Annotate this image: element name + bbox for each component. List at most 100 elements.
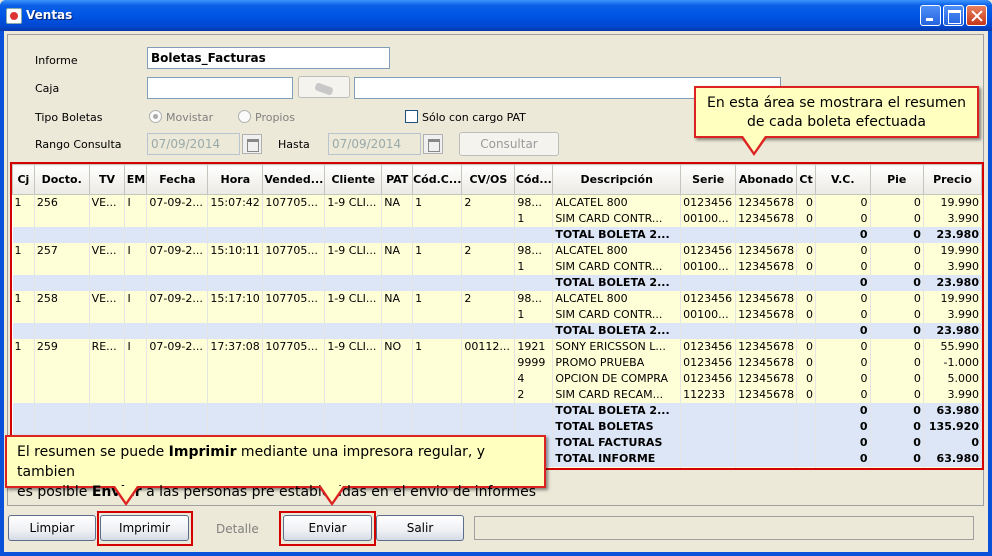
table-cell bbox=[124, 274, 148, 291]
table-cell bbox=[207, 370, 264, 387]
table-cell: SONY ERICSSON L... bbox=[552, 338, 682, 355]
column-header[interactable]: Cj bbox=[12, 164, 35, 195]
table-cell bbox=[146, 306, 209, 323]
title-bar[interactable]: Ventas bbox=[0, 0, 992, 31]
consultar-button[interactable]: Consultar bbox=[459, 132, 559, 156]
table-cell bbox=[461, 306, 516, 323]
total-row[interactable]: TOTAL BOLETAS 0 0 135.920 bbox=[12, 418, 982, 435]
column-header[interactable]: Precio bbox=[922, 164, 982, 195]
total-row[interactable]: TOTAL BOLETA 2... 0 0 23.980 bbox=[12, 322, 982, 339]
column-header[interactable]: Cód... bbox=[514, 164, 554, 195]
table-cell bbox=[412, 386, 463, 403]
table-row[interactable]: 1 258 VE... I 07-09-2... 15:17:10 107705... 1-9… bbox=[12, 290, 982, 307]
table-cell: 0123456 bbox=[680, 194, 737, 211]
table-cell: 0 bbox=[870, 322, 924, 339]
table-cell bbox=[262, 386, 326, 403]
column-header[interactable]: PAT bbox=[381, 164, 414, 195]
radio-propios[interactable] bbox=[238, 110, 251, 123]
table-cell bbox=[923, 466, 982, 468]
table-cell: NA bbox=[381, 242, 414, 259]
table-cell bbox=[680, 450, 737, 467]
table-cell: 9999 bbox=[514, 354, 554, 371]
table-cell bbox=[381, 354, 414, 371]
table-row[interactable]: 1 257 VE... I 07-09-2... 15:10:11 107705... 1-9… bbox=[12, 242, 982, 259]
calendar-icon[interactable] bbox=[242, 134, 262, 154]
table-row[interactable]: 1 256 VE... I 07-09-2... 15:07:42 107705... 1-9… bbox=[12, 194, 982, 211]
table-cell: 2 bbox=[461, 290, 516, 307]
table-cell: SIM CARD CONTR... bbox=[552, 210, 682, 227]
table-cell: 3.990 bbox=[923, 210, 982, 227]
table-cell: 0 bbox=[796, 338, 817, 355]
pat-checkbox[interactable] bbox=[405, 110, 418, 123]
column-header[interactable]: Cliente bbox=[324, 164, 383, 195]
caja-search-button[interactable] bbox=[298, 76, 350, 98]
table-cell: 1 bbox=[12, 194, 35, 211]
table-cell bbox=[796, 450, 817, 467]
column-header[interactable]: TV bbox=[88, 164, 126, 195]
scroll-corner bbox=[972, 472, 981, 502]
detalle-button[interactable]: Detalle bbox=[216, 522, 259, 536]
total-row[interactable]: TOTAL BOLETA 2... 0 0 23.980 bbox=[12, 274, 982, 291]
maximize-button[interactable] bbox=[943, 5, 964, 26]
total-row[interactable]: TOTAL BOLETA 2... 0 0 23.980 bbox=[12, 226, 982, 243]
fecha-desde-field[interactable]: 07/09/2014 bbox=[147, 133, 240, 155]
table-cell: 55.990 bbox=[923, 338, 982, 355]
table-cell bbox=[34, 322, 90, 339]
table-cell bbox=[412, 274, 463, 291]
column-header[interactable]: Abonado bbox=[735, 164, 798, 195]
table-row[interactable]: 9999 PROMO PRUEBA 0123456 12345678 0 0 0 -1.000 bbox=[12, 354, 982, 371]
table-cell: 0 bbox=[815, 434, 871, 451]
total-row[interactable]: TOTAL BOLETA 2... 0 0 63.980 bbox=[12, 402, 982, 419]
table-cell bbox=[680, 418, 737, 435]
column-header[interactable]: Fecha bbox=[146, 164, 209, 195]
table-cell bbox=[89, 418, 126, 435]
column-header[interactable]: Cód.C... bbox=[412, 164, 463, 195]
column-header[interactable]: Vended... bbox=[262, 164, 326, 195]
fecha-hasta-field[interactable]: 07/09/2014 bbox=[328, 133, 421, 155]
column-header[interactable]: EM bbox=[124, 164, 148, 195]
caja-code-field[interactable] bbox=[147, 77, 293, 99]
table-cell: 0 bbox=[815, 370, 871, 387]
column-header[interactable]: Docto. bbox=[33, 164, 90, 195]
table-cell: 0123456 bbox=[680, 354, 737, 371]
table-cell bbox=[552, 466, 682, 468]
close-button[interactable] bbox=[966, 5, 987, 26]
table-cell bbox=[12, 210, 35, 227]
table-cell: 00112... bbox=[461, 338, 516, 355]
column-header[interactable]: Hora bbox=[207, 164, 264, 195]
table-cell: ALCATEL 800 bbox=[552, 242, 682, 259]
table-row[interactable]: 1 SIM CARD CONTR... 00100... 12345678 0 0 0 3.9… bbox=[12, 306, 982, 323]
limpiar-button[interactable]: Limpiar bbox=[8, 515, 96, 541]
table-cell bbox=[796, 274, 817, 291]
table-row[interactable]: 1 SIM CARD CONTR... 00100... 12345678 0 0 0 3.9… bbox=[12, 210, 982, 227]
calendar-icon[interactable] bbox=[423, 134, 443, 154]
table-cell bbox=[146, 226, 209, 243]
informe-field[interactable]: Boletas_Facturas bbox=[147, 47, 390, 69]
table-row[interactable]: 4 OPCION DE COMPRA 0123456 12345678 0 0 0 5.000 bbox=[12, 370, 982, 387]
table-row[interactable]: 2 SIM CARD RECAM... 112233 12345678 0 0 0 3.990 bbox=[12, 386, 982, 403]
table-cell: 19.990 bbox=[923, 242, 982, 259]
column-header[interactable]: Serie bbox=[680, 164, 737, 195]
table-row[interactable]: 1 259 RE... I 07-09-2... 17:37:08 107705... 1-9… bbox=[12, 338, 982, 355]
column-header[interactable]: Ct bbox=[796, 164, 817, 195]
table-cell bbox=[207, 210, 264, 227]
table-cell: 0 bbox=[815, 386, 871, 403]
table-cell bbox=[680, 274, 737, 291]
table-cell: 4 bbox=[514, 370, 554, 387]
table-cell bbox=[12, 370, 35, 387]
table-cell: TOTAL BOLETA 2... bbox=[552, 322, 682, 339]
column-header[interactable]: CV/OS bbox=[461, 164, 516, 195]
radio-movistar[interactable] bbox=[149, 110, 162, 123]
column-header[interactable]: Pie bbox=[869, 164, 924, 195]
table-cell: 0 bbox=[815, 242, 871, 259]
table-cell: 1-9 CLI... bbox=[324, 242, 383, 259]
table-cell: 07-09-2... bbox=[146, 194, 209, 211]
table-cell bbox=[796, 322, 817, 339]
column-header[interactable]: Descripción bbox=[552, 164, 682, 195]
column-header[interactable]: V.C. bbox=[815, 164, 871, 195]
salir-button[interactable]: Salir bbox=[376, 515, 464, 541]
table-cell: 0 bbox=[796, 242, 817, 259]
table-row[interactable]: 1 SIM CARD CONTR... 00100... 12345678 0 0 0 3.9… bbox=[12, 258, 982, 275]
minimize-button[interactable] bbox=[920, 5, 941, 26]
table-cell bbox=[735, 450, 798, 467]
